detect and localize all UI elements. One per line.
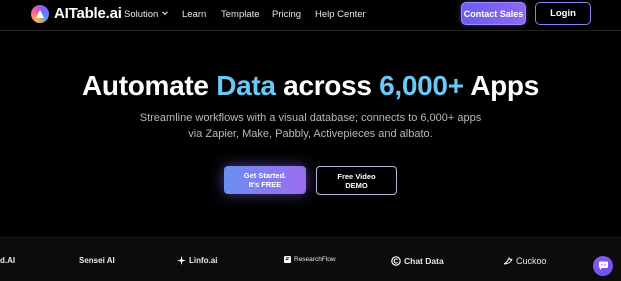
- button-label: Free Video: [337, 171, 376, 181]
- c-circle-icon: [391, 256, 401, 266]
- headline-text: across: [275, 70, 380, 101]
- free-video-demo-button[interactable]: Free Video DEMO: [316, 166, 397, 195]
- partner-name: d.AI: [0, 256, 16, 265]
- bird-icon: [503, 256, 513, 265]
- button-label: Get Started.: [243, 171, 287, 180]
- subline-text: via Zapier, Make, Pabbly, Activepieces a…: [188, 128, 433, 140]
- nav-item-solution[interactable]: Solution: [124, 9, 169, 20]
- chat-bubble-icon: [598, 261, 608, 270]
- partner-name: Cuckoo: [516, 256, 547, 266]
- headline-highlight: Data: [216, 70, 276, 101]
- partner-logo: d.AI: [0, 256, 15, 265]
- partner-logo: Sensei AI: [79, 256, 115, 265]
- headline-highlight: 6,000+: [379, 70, 464, 101]
- partner-logo: ResearchFlow: [284, 256, 336, 263]
- login-button[interactable]: Login: [535, 2, 591, 25]
- partner-logo: Cuckoo: [503, 256, 547, 266]
- get-started-button[interactable]: Get Started. It's FREE: [224, 166, 306, 194]
- button-label: DEMO: [345, 180, 368, 190]
- hero-headline: Automate Data across 6,000+ Apps: [0, 70, 621, 102]
- partner-name: Sensei AI: [79, 256, 115, 265]
- partner-logo: Chat Data: [391, 256, 444, 266]
- contact-sales-button[interactable]: Contact Sales: [461, 2, 526, 25]
- nav-item-template[interactable]: Template: [221, 9, 260, 20]
- hero-subline: Streamline workflows with a visual datab…: [0, 110, 621, 142]
- nav-item-help-center[interactable]: Help Center: [315, 9, 366, 20]
- nav-divider: [0, 30, 621, 31]
- top-navbar: AITable.ai Solution Learn Template Prici…: [0, 0, 621, 30]
- partner-name: ResearchFlow: [294, 256, 336, 263]
- research-icon: [284, 256, 291, 263]
- chat-widget-button[interactable]: [593, 256, 613, 276]
- partner-name: Chat Data: [404, 256, 444, 266]
- nav-item-pricing[interactable]: Pricing: [272, 9, 301, 20]
- nav-item-learn[interactable]: Learn: [182, 9, 206, 20]
- button-label: It's FREE: [248, 180, 282, 189]
- aitable-logo-icon[interactable]: [31, 5, 49, 23]
- nav-item-label: Solution: [124, 9, 159, 20]
- headline-text: Apps: [463, 70, 540, 101]
- brand-name[interactable]: AITable.ai: [54, 5, 122, 22]
- subline-text: Streamline workflows with a visual datab…: [139, 112, 482, 124]
- partner-logo-strip: d.AI Sensei AI Linfo.ai ResearchFlow Cha…: [0, 237, 621, 281]
- chevron-down-icon: [162, 11, 169, 16]
- sparkle-icon: [177, 256, 186, 265]
- partner-logo: Linfo.ai: [177, 256, 217, 265]
- headline-text: Automate: [81, 70, 217, 101]
- partner-name: Linfo.ai: [189, 256, 218, 265]
